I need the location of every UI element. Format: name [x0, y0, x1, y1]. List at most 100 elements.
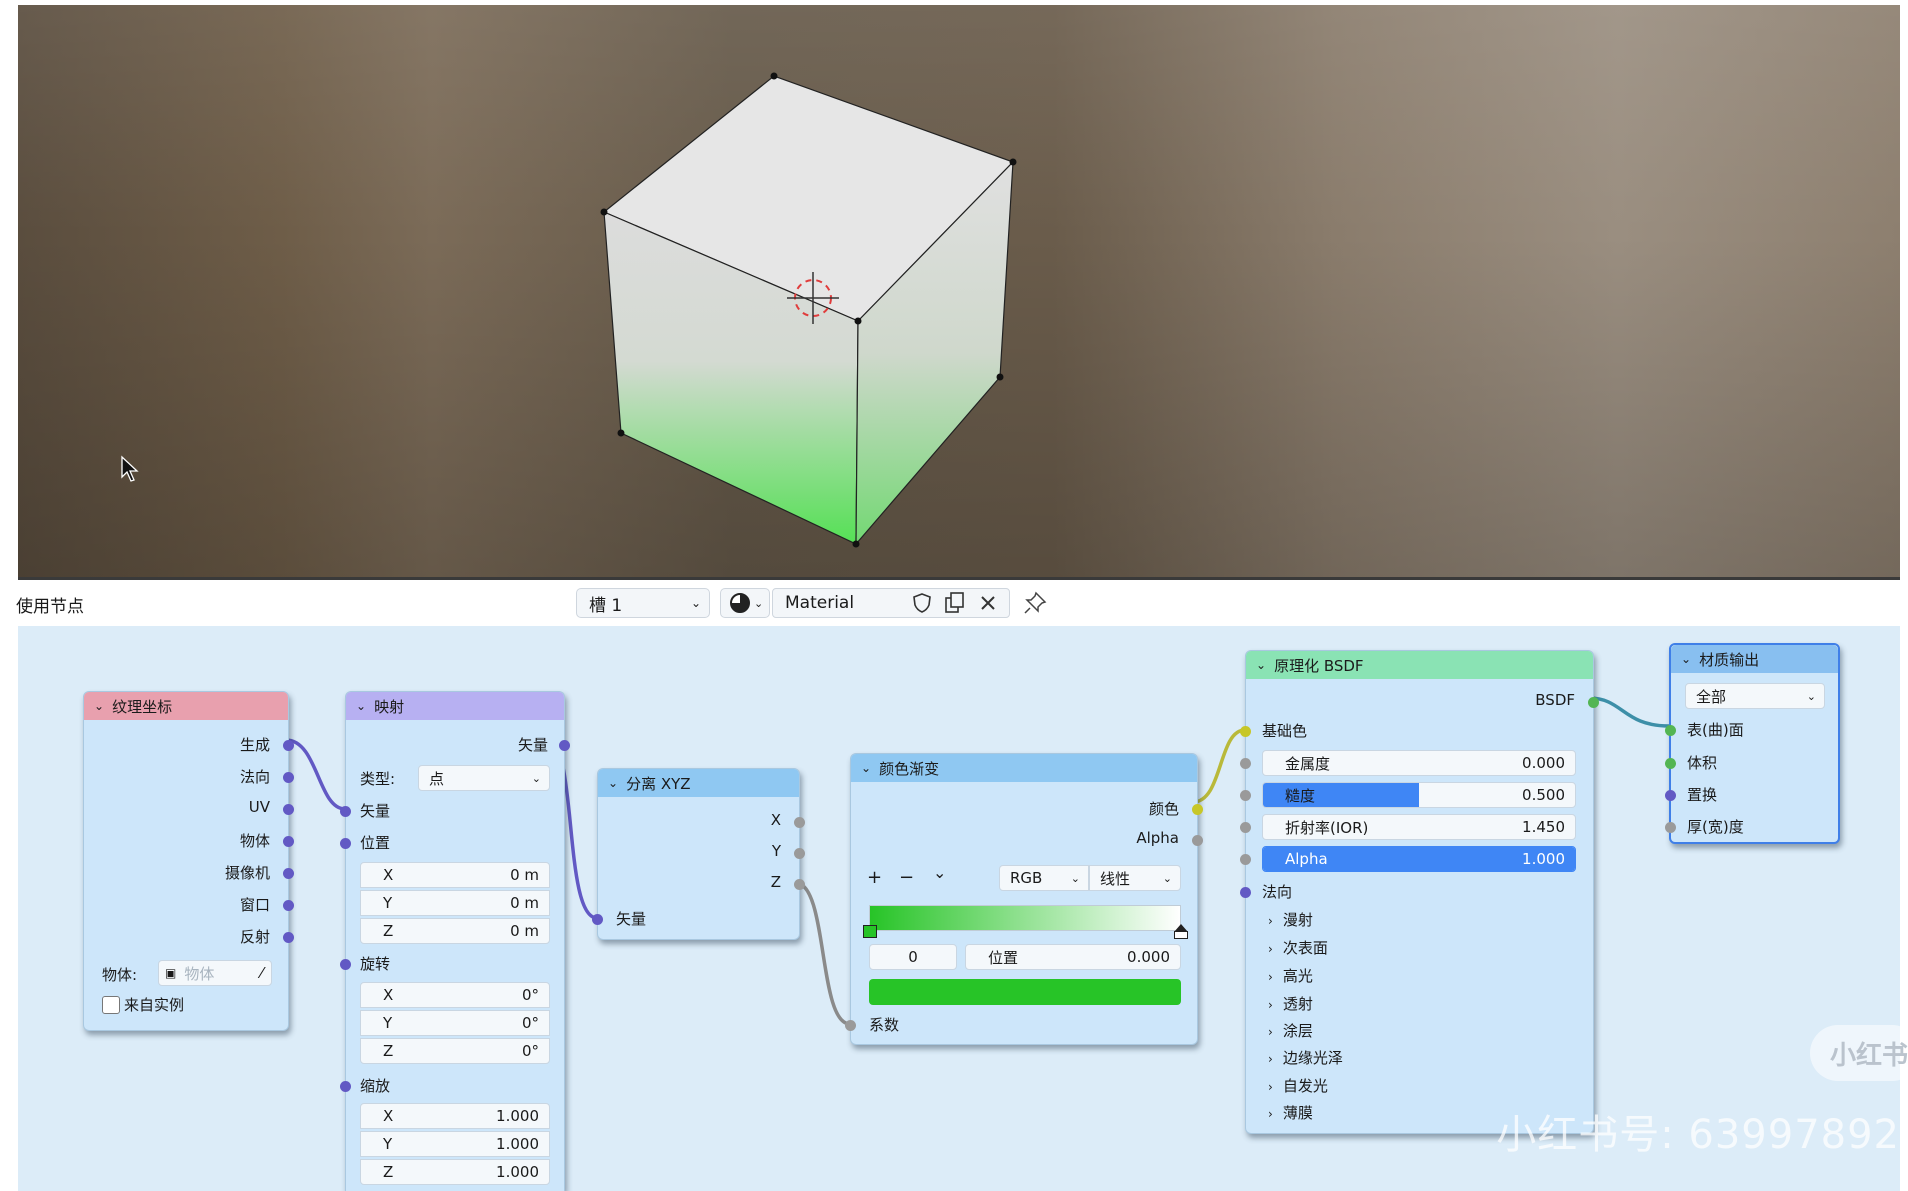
- type-dropdown[interactable]: 点 ⌄: [418, 765, 550, 791]
- socket-metallic[interactable]: [1240, 758, 1251, 769]
- socket-camera[interactable]: [283, 868, 294, 879]
- link-color-to-basecolor: [1192, 728, 1246, 804]
- panel-diffuse[interactable]: › 漫射: [1268, 909, 1313, 930]
- viewport-border: [18, 577, 1900, 580]
- node-header[interactable]: ⌄ 分离 XYZ: [598, 769, 799, 797]
- node-header[interactable]: ⌄ 纹理坐标: [84, 692, 288, 720]
- location-z-field[interactable]: Z0 m: [360, 918, 550, 944]
- roughness-field[interactable]: 糙度 0.500: [1262, 782, 1576, 808]
- remove-stop-button[interactable]: −: [899, 867, 914, 888]
- socket-y[interactable]: [794, 848, 805, 859]
- collapse-chevron-icon[interactable]: ⌄: [861, 761, 871, 775]
- socket-generated[interactable]: [283, 740, 294, 751]
- socket-displacement[interactable]: [1665, 790, 1676, 801]
- scale-x-field[interactable]: X 1.000: [360, 1103, 550, 1129]
- material-sphere-icon: [730, 593, 750, 613]
- socket-location[interactable]: [340, 838, 351, 849]
- socket-ior[interactable]: [1240, 822, 1251, 833]
- node-mapping[interactable]: ⌄ 映射 矢量 类型: 点 ⌄ 矢量 位置 X0 m Y0 m Z0 m 旋转 …: [340, 691, 570, 1191]
- node-principled-bsdf[interactable]: ⌄ 原理化 BSDF BSDF 基础色 金属度 0.000 糙度 0.500 折射率…: [1240, 650, 1599, 1134]
- rotation-y-field[interactable]: Y 0°: [360, 1010, 550, 1036]
- node-texture-coordinate[interactable]: ⌄ 纹理坐标 生成 法向 UV 物体 摄像机 窗口 反射 物体: ▣ 物体 ⁄ …: [83, 691, 294, 1031]
- socket-window[interactable]: [283, 900, 294, 911]
- eyedropper-icon[interactable]: ⁄: [260, 964, 263, 982]
- interpolation-dropdown[interactable]: 线性 ⌄: [1089, 865, 1181, 891]
- collapse-chevron-icon[interactable]: ⌄: [1681, 652, 1691, 666]
- color-mode-dropdown[interactable]: RGB ⌄: [999, 865, 1089, 891]
- ramp-stop-black[interactable]: [863, 925, 877, 938]
- collapse-chevron-icon[interactable]: ⌄: [356, 699, 366, 713]
- socket-base-color[interactable]: [1240, 726, 1251, 737]
- pin-icon[interactable]: [1022, 590, 1048, 616]
- chevron-right-icon: ›: [1268, 914, 1273, 928]
- location-x-field[interactable]: X0 m: [360, 862, 550, 888]
- socket-surface[interactable]: [1665, 725, 1676, 736]
- ramp-menu-button[interactable]: ⌄: [933, 863, 946, 882]
- panel-subsurface[interactable]: › 次表面: [1268, 937, 1328, 958]
- socket-reflection[interactable]: [283, 932, 294, 943]
- node-material-output[interactable]: ⌄ 材质输出 全部 ⌄ 表(曲)面 体积 置换 厚(宽)度: [1665, 643, 1840, 844]
- socket-volume[interactable]: [1665, 758, 1676, 769]
- object-picker[interactable]: ▣ 物体 ⁄: [158, 960, 272, 986]
- socket-x[interactable]: [794, 817, 805, 828]
- target-dropdown[interactable]: 全部 ⌄: [1685, 683, 1825, 709]
- socket-bsdf[interactable]: [1588, 697, 1599, 708]
- alpha-field[interactable]: Alpha 1.000: [1262, 846, 1576, 872]
- socket-fac[interactable]: [845, 1020, 856, 1031]
- material-browse-button[interactable]: ⌄: [720, 588, 770, 618]
- socket-z[interactable]: [794, 879, 805, 890]
- location-y-field[interactable]: Y0 m: [360, 890, 550, 916]
- socket-rotation[interactable]: [340, 959, 351, 970]
- rotation-z-field[interactable]: Z 0°: [360, 1038, 550, 1064]
- socket-alpha[interactable]: [1192, 835, 1203, 846]
- node-header[interactable]: ⌄ 原理化 BSDF: [1246, 651, 1593, 679]
- stop-index-field[interactable]: 0: [869, 944, 957, 970]
- socket-normal[interactable]: [1240, 887, 1251, 898]
- from-instance-checkbox[interactable]: [102, 996, 120, 1014]
- collapse-chevron-icon[interactable]: ⌄: [94, 699, 104, 713]
- cube-object[interactable]: [18, 5, 1900, 580]
- node-header[interactable]: ⌄ 映射: [346, 692, 564, 720]
- socket-thickness[interactable]: [1665, 822, 1676, 833]
- panel-thin-film[interactable]: › 薄膜: [1268, 1102, 1313, 1123]
- material-name-field[interactable]: Material: [772, 588, 1010, 618]
- socket-input-vector[interactable]: [340, 806, 351, 817]
- node-color-ramp[interactable]: ⌄ 颜色渐变 颜色 Alpha + − ⌄ RGB ⌄ 线性 ⌄ 0 位置 0.00…: [845, 753, 1203, 1045]
- metallic-field[interactable]: 金属度 0.000: [1262, 750, 1576, 776]
- socket-object[interactable]: [283, 836, 294, 847]
- socket-normal[interactable]: [283, 772, 294, 783]
- panel-coat[interactable]: › 涂层: [1268, 1020, 1313, 1041]
- panel-transmission[interactable]: › 透射: [1268, 993, 1313, 1014]
- socket-uv[interactable]: [283, 804, 294, 815]
- scale-y-field[interactable]: Y 1.000: [360, 1131, 550, 1157]
- node-header[interactable]: ⌄ 材质输出: [1671, 645, 1838, 673]
- stop-position-field[interactable]: 位置 0.000: [965, 944, 1181, 970]
- add-stop-button[interactable]: +: [867, 867, 882, 888]
- node-header[interactable]: ⌄ 颜色渐变: [851, 754, 1197, 782]
- socket-output-vector[interactable]: [559, 740, 570, 751]
- close-icon[interactable]: [977, 592, 999, 614]
- panel-sheen[interactable]: › 边缘光泽: [1268, 1047, 1343, 1068]
- panel-emission[interactable]: › 自发光: [1268, 1075, 1328, 1096]
- duplicate-icon[interactable]: [943, 591, 967, 615]
- slot-selector[interactable]: 槽 1 ⌄: [576, 588, 710, 618]
- from-instance-label: 来自实例: [124, 996, 185, 1014]
- node-separate-xyz[interactable]: ⌄ 分离 XYZ X Y Z 矢量: [592, 768, 805, 940]
- socket-alpha[interactable]: [1240, 854, 1251, 865]
- socket-input-vector[interactable]: [592, 914, 603, 925]
- 3d-viewport[interactable]: [18, 5, 1900, 580]
- socket-color[interactable]: [1192, 804, 1203, 815]
- fake-user-shield-icon[interactable]: [911, 592, 933, 614]
- socket-roughness[interactable]: [1240, 790, 1251, 801]
- use-nodes-label[interactable]: 使用节点: [16, 592, 84, 617]
- socket-scale[interactable]: [340, 1081, 351, 1092]
- stop-color-swatch[interactable]: [869, 979, 1181, 1005]
- ior-field[interactable]: 折射率(IOR) 1.450: [1262, 814, 1576, 840]
- ramp-stop-white[interactable]: [1174, 931, 1188, 939]
- color-ramp-bar[interactable]: [869, 905, 1181, 931]
- collapse-chevron-icon[interactable]: ⌄: [608, 776, 618, 790]
- panel-specular[interactable]: › 高光: [1268, 965, 1313, 986]
- collapse-chevron-icon[interactable]: ⌄: [1256, 658, 1266, 672]
- rotation-x-field[interactable]: X 0°: [360, 982, 550, 1008]
- scale-z-field[interactable]: Z 1.000: [360, 1159, 550, 1185]
